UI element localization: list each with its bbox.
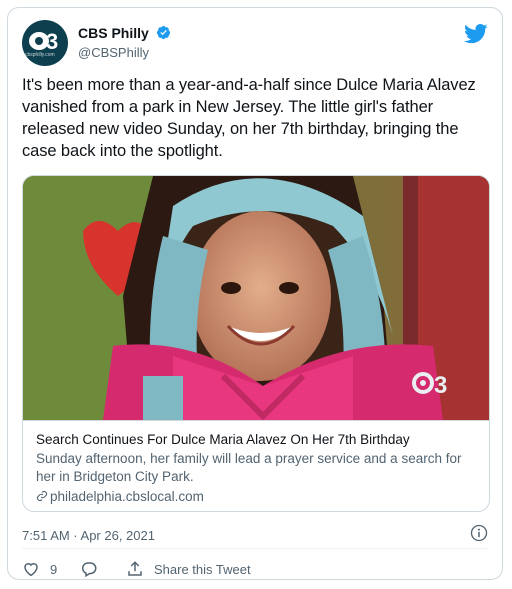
share-button[interactable]: Share this Tweet: [126, 559, 251, 579]
heart-icon: [24, 563, 38, 577]
tweet-text: It's been more than a year-and-a-half si…: [22, 76, 476, 160]
avatar[interactable]: 3 cbsphilly.com: [22, 20, 68, 66]
link-icon: [36, 490, 48, 502]
display-name[interactable]: CBS Philly: [78, 25, 149, 41]
divider: [22, 548, 488, 549]
share-upload-icon: [128, 561, 142, 576]
card-domain-text[interactable]: philadelphia.cbslocal.com: [50, 489, 204, 504]
card-image[interactable]: 3: [23, 176, 490, 420]
tweet-timestamp[interactable]: 7:51 AM · Apr 26, 2021: [22, 528, 155, 543]
verified-badge-icon: [157, 26, 171, 40]
like-count: 9: [50, 561, 58, 577]
author-names: CBS Philly @CBSPhilly: [78, 24, 171, 60]
avatar-caption: cbsphilly.com: [25, 52, 55, 58]
card-domain[interactable]: philadelphia.cbslocal.com: [36, 488, 478, 506]
card-title[interactable]: Search Continues For Dulce Maria Alavez …: [36, 431, 478, 449]
card-text[interactable]: Search Continues For Dulce Maria Alavez …: [23, 420, 489, 511]
tweet-actions: 9 Share this Tweet: [22, 559, 482, 579]
tweet-header: 3 cbsphilly.com CBS Philly @CBSPhilly: [22, 20, 488, 68]
share-label[interactable]: Share this Tweet: [154, 562, 251, 577]
link-card[interactable]: 3 Search Continues For Dulce Maria Alave…: [22, 175, 490, 512]
reply-bubble-icon: [81, 562, 97, 578]
handle[interactable]: @CBSPhilly: [78, 45, 171, 60]
tweet-card: 3 cbsphilly.com CBS Philly @CBSPhilly It…: [7, 7, 503, 580]
card-image-watermark: 3: [434, 372, 447, 399]
like-button[interactable]: 9: [22, 559, 57, 579]
card-description: Sunday afternoon, her family will lead a…: [36, 451, 462, 484]
twitter-bird-icon[interactable]: [464, 24, 488, 44]
info-icon[interactable]: [470, 524, 488, 542]
reply-button[interactable]: [80, 559, 98, 579]
